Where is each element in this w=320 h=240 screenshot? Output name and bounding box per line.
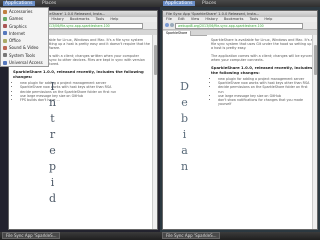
menu-item-label: Office [9,38,21,44]
places-menu[interactable]: Places [202,1,216,6]
games-icon [3,16,7,21]
menu-history[interactable]: History [205,17,217,21]
accessories-icon [3,9,7,14]
internet-icon [3,31,7,36]
menu-item-label: Internet [9,30,25,36]
menu-item-universal-access[interactable]: Universal Access [1,59,48,66]
menu-history[interactable]: History [51,17,63,21]
list-item: don't show notifications for changes tha… [218,98,313,106]
menu-bookmarks[interactable]: Bookmarks [224,17,244,21]
menu-help[interactable]: Help [264,17,272,21]
menu-tools[interactable]: Tools [250,17,259,21]
menu-item-label: System Tools [9,52,36,58]
bottom-panel: File Sync App 'SparkleS... [160,232,320,240]
menu-item-office[interactable]: Office [1,37,48,44]
applications-menu[interactable]: Applications [163,1,195,6]
page-content: SparkleShare is available for Linux, Win… [207,35,317,229]
menu-item-label: Graphics [9,23,27,29]
menu-tools[interactable]: Tools [96,17,105,21]
left-desktop: Applications Places File Sync App 'Spark… [0,0,160,240]
menu-item-label: Sound & Video [9,45,39,51]
system-tools-icon [3,53,7,58]
forward-icon[interactable] [170,23,174,27]
url-bar[interactable]: webupd8.org/2013/06/file-sync-app-sparkl… [175,23,303,29]
applications-dropdown: Accessories Games Graphics Internet Offi… [0,7,49,68]
list-item: decide permissions on the SparkleShare f… [218,85,313,93]
menu-help[interactable]: Help [110,17,118,21]
back-icon[interactable] [165,23,169,27]
paragraph: The application comes with a client; cha… [211,53,313,62]
right-desktop: Applications Places File Sync App 'Spark… [160,0,320,240]
menu-item-graphics[interactable]: Graphics [1,23,48,30]
places-menu[interactable]: Places [42,1,56,6]
nav-toolbar: webupd8.org/2013/06/file-sync-app-sparkl… [163,22,317,30]
section-heading: SparkleShare 1.0.0, released recently, i… [211,65,313,76]
section-heading: SparkleShare 1.0.0, released recently, i… [13,69,144,80]
menu-bookmarks[interactable]: Bookmarks [70,17,90,21]
menu-item-label: Accessories [9,9,33,14]
paragraph: SparkleShare is available for Linux, Win… [211,38,313,51]
menu-edit[interactable]: Edit [178,17,185,21]
top-panel: Applications Places [160,0,320,7]
menu-file[interactable]: File [166,17,172,21]
menu-view[interactable]: View [191,17,199,21]
scrollbar[interactable] [152,35,157,229]
changes-list: new plugin for adding a project manageme… [13,81,153,102]
taskbar-window-button[interactable]: File Sync App 'SparkleS... [2,232,61,239]
list-item: FPS builds don't have ... [20,98,153,102]
graphics-icon [3,24,7,29]
menu-item-internet[interactable]: Internet [1,30,48,37]
sound-video-icon [3,45,7,50]
wallpaper-text-debian: Debian [178,80,191,176]
bottom-panel: File Sync App 'SparkleS... [0,232,160,240]
wallpaper-text-intrepid: Intrepid [46,80,59,208]
menu-item-system-tools[interactable]: System Tools [1,52,48,59]
taskbar-window-button[interactable]: File Sync App 'SparkleS... [162,232,221,239]
menu-item-sound-video[interactable]: Sound & Video [1,44,48,51]
office-icon [3,38,7,43]
universal-access-icon [3,60,7,65]
scroll-thumb[interactable] [313,45,317,75]
top-panel: Applications Places [0,0,160,7]
tab-sparkleshare[interactable]: SparkleShare [163,31,192,36]
menu-item-label: Games [9,16,23,22]
changes-list: new plugin for adding a project manageme… [211,77,313,106]
menu-item-accessories[interactable]: Accessories [1,8,48,15]
scroll-thumb[interactable] [153,45,157,75]
applications-menu[interactable]: Applications [3,1,35,6]
menu-item-label: Universal Access [9,60,43,66]
scrollbar[interactable] [312,35,317,229]
menu-item-games[interactable]: Games [1,15,48,22]
